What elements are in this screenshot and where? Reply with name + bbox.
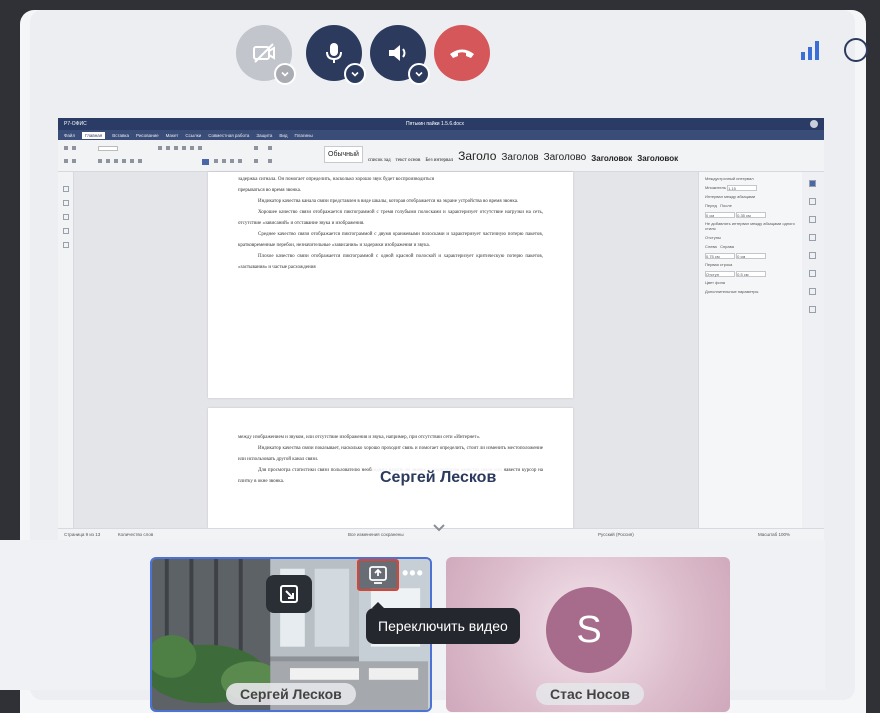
style-gallery: Обычный список зад текст основ Без интер… [324, 146, 678, 163]
avatar: S [546, 587, 632, 673]
menu-item: Совместная работа [208, 132, 250, 138]
expand-tile-button[interactable] [266, 575, 312, 613]
microphone-toggle-button[interactable] [306, 25, 366, 85]
paragraph: Плохое качество связи отображается пикто… [238, 254, 543, 270]
screen-owner-label: Сергей Лесков [372, 466, 505, 490]
microphone-options-button[interactable] [344, 63, 366, 85]
paragraph: Индикатор качества канала связи представ… [258, 199, 519, 204]
paragraph: прерываться во время звонка. [238, 188, 302, 193]
switch-video-button[interactable] [357, 559, 399, 591]
style-item: Заголовок [591, 154, 633, 163]
menu-item: Плагины [294, 132, 313, 138]
speaker-icon [389, 45, 406, 61]
panel-label: После [720, 203, 732, 208]
style-item: Заголово [543, 152, 587, 163]
camera-toggle-button[interactable] [236, 25, 296, 85]
speaker-options-button[interactable] [408, 63, 430, 85]
style-item: Заголовок [637, 154, 679, 163]
paragraph-settings-panel: Междустрочный интервал Множитель 1.15 Ин… [698, 172, 802, 528]
panel-label: Дополнительные параметры [705, 289, 759, 294]
speaker-toggle-button[interactable] [370, 25, 430, 85]
panel-field: 0.35 см [736, 212, 767, 218]
chevron-down-icon [351, 71, 359, 77]
menu-item-active: Главная [82, 131, 106, 139]
editor-title-bar: Р7-ОФИС Пятькин пайки 1.5.6.docx [58, 118, 824, 130]
panel-label: Интервал между абзацами [705, 194, 756, 199]
status-pages: Страница 9 из 13 [64, 532, 101, 537]
style-item: текст основ [395, 158, 421, 163]
paragraph: Индикатор качества связи показывает, нас… [238, 446, 543, 462]
panel-field: 0 см [736, 253, 767, 259]
more-options-icon[interactable] [844, 38, 868, 62]
menu-item: Защита [256, 132, 273, 138]
chevron-down-icon [415, 71, 423, 77]
panel-label: Отступы [705, 235, 721, 240]
style-item: Заголов [501, 152, 539, 163]
panel-label: Справа [720, 244, 734, 249]
paragraph: задержка сигнала. Он помогает определить… [238, 177, 435, 182]
style-item: Обычный [324, 146, 363, 163]
menu-item: Макет [165, 132, 179, 138]
status-zoom: Масштаб 100% [758, 532, 791, 537]
editor-toolbar: Обычный список зад текст основ Без интер… [58, 140, 824, 172]
end-call-button[interactable] [434, 25, 490, 81]
tooltip: Переключить видео [366, 602, 520, 644]
connection-quality-icon[interactable] [798, 38, 822, 62]
panel-field: Отступ [705, 271, 735, 277]
panel-field: 1.15 [727, 185, 758, 191]
panel-label: Междустрочный интервал [705, 176, 754, 181]
editor-file-name: Пятькин пайки 1.5.6.docx [406, 121, 465, 127]
panel-label: Первая строка [705, 262, 733, 267]
chevron-down-icon [281, 71, 289, 77]
expand-icon [280, 585, 298, 603]
participant-name: Сергей Лесков [226, 683, 356, 705]
panel-field: 0 см [705, 212, 735, 218]
editor-left-panel [58, 172, 74, 528]
menu-item: Файл [64, 132, 76, 138]
switch-video-icon [369, 566, 387, 584]
paragraph: Хорошее качество связи отображается пикт… [238, 210, 543, 226]
camera-options-button[interactable] [274, 63, 296, 85]
document-page: задержка сигнала. Он помогает определить… [208, 172, 573, 398]
chevron-down-icon[interactable] [431, 522, 447, 534]
paragraph: между изображением и звуком, или отсутст… [238, 435, 481, 440]
menu-item: Вид [279, 132, 288, 138]
style-item: Заголо [458, 149, 497, 163]
panel-field: 0.75 см [705, 253, 735, 259]
panel-label: Перед [705, 203, 717, 208]
panel-label: Множитель [705, 185, 726, 191]
panel-label: Слева [705, 244, 717, 249]
paragraph: Среднее качество связи отображается пикт… [238, 232, 543, 248]
editor-menu: Файл Главная Вставка Рисование Макет Ссы… [58, 130, 824, 140]
microphone-icon [326, 43, 342, 63]
menu-item: Вставка [112, 132, 129, 138]
menu-item: Рисование [135, 132, 159, 138]
panel-field: 0.5 см [736, 271, 767, 277]
status-saved: Все изменения сохранены [348, 532, 404, 537]
panel-label: Цвет фона [705, 280, 726, 285]
menu-item: Ссылки [185, 132, 202, 138]
editor-right-strip [802, 172, 824, 528]
editor-app-name: Р7-ОФИС [64, 121, 87, 127]
style-item: список зад [367, 158, 391, 163]
camera-off-icon [253, 43, 275, 63]
hang-up-icon [450, 49, 474, 58]
panel-label: Не добавлять интервал между абзацами одн… [705, 221, 795, 231]
more-icon[interactable]: ••• [402, 564, 424, 582]
style-item: Без интервал [425, 158, 454, 163]
status-words: Количество слов [118, 532, 154, 537]
user-avatar-icon [810, 120, 818, 128]
status-language: Русский (Россия) [598, 532, 634, 537]
participant-name: Стас Носов [536, 683, 644, 705]
